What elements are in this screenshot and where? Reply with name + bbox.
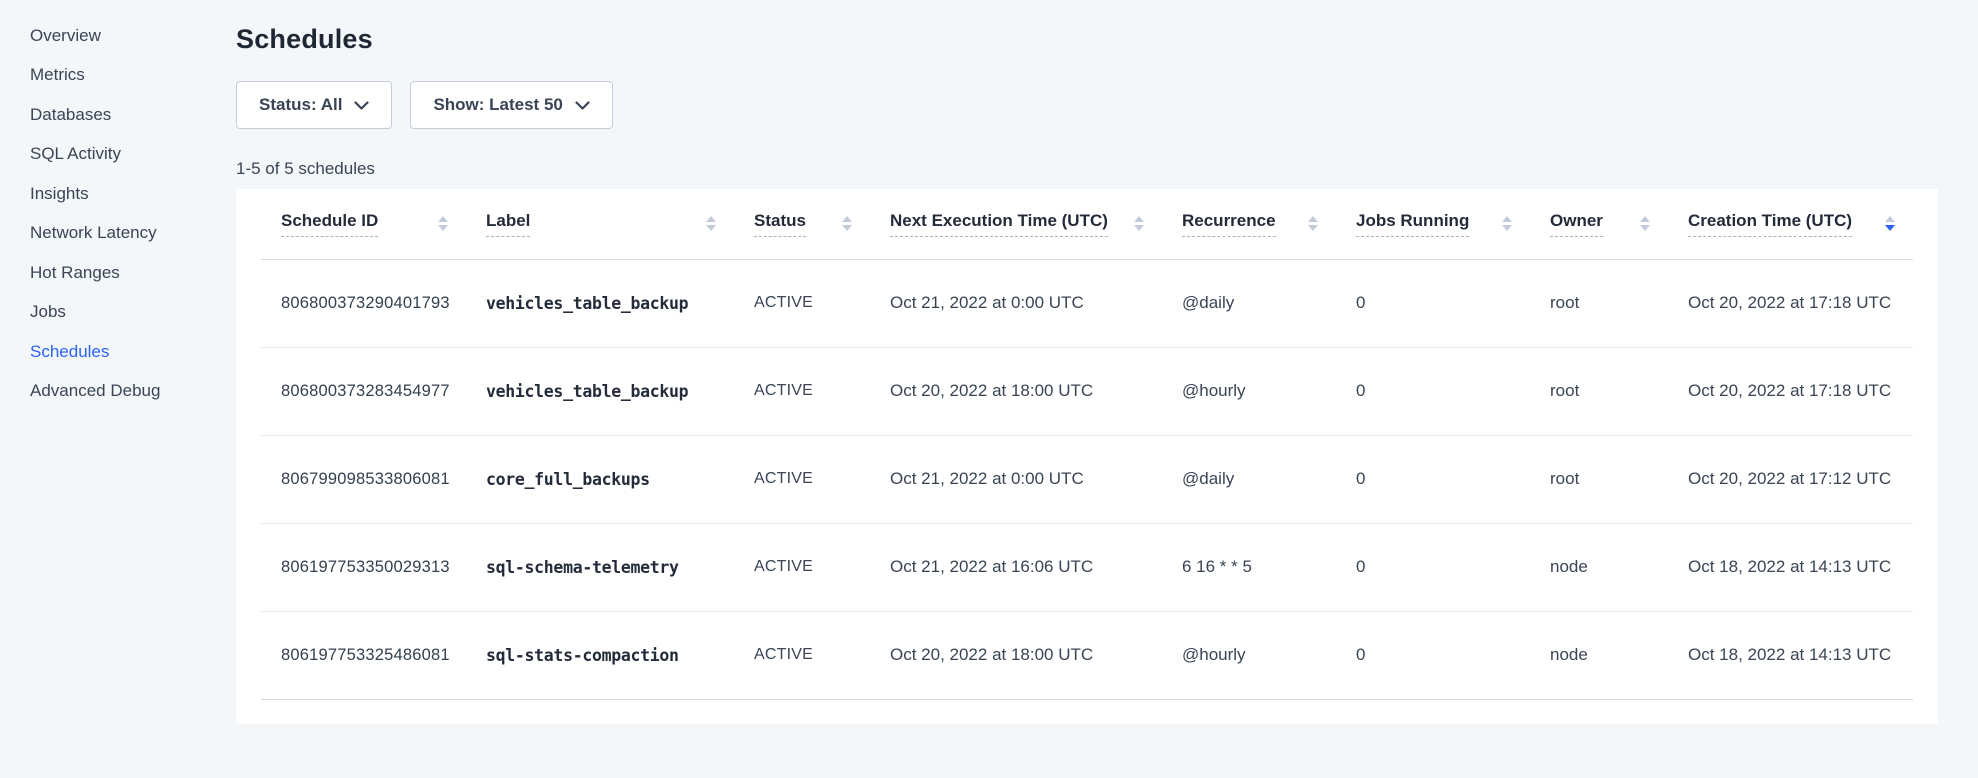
status-cell: ACTIVE xyxy=(734,259,870,347)
recurrence-cell: @hourly xyxy=(1162,347,1336,435)
sidebar-item-sql-activity[interactable]: SQL Activity xyxy=(0,135,190,175)
jobs-running-cell: 0 xyxy=(1336,259,1530,347)
column-header-label[interactable]: Label xyxy=(466,189,734,259)
schedule-id-cell: 806197753325486081 xyxy=(261,611,466,699)
sort-icon xyxy=(438,216,448,231)
owner-cell: node xyxy=(1530,523,1668,611)
status-filter-dropdown[interactable]: Status: All xyxy=(236,81,392,129)
creation-time-cell: Oct 20, 2022 at 17:18 UTC xyxy=(1668,347,1913,435)
status-filter-label: Status: All xyxy=(259,95,342,115)
recurrence-cell: 6 16 * * 5 xyxy=(1162,523,1336,611)
schedule-label-cell: core_full_backups xyxy=(466,435,734,523)
column-header-owner[interactable]: Owner xyxy=(1530,189,1668,259)
column-header-creation-time[interactable]: Creation Time (UTC) xyxy=(1668,189,1913,259)
sidebar-item-metrics[interactable]: Metrics xyxy=(0,56,190,96)
table-row: 806197753350029313 sql-schema-telemetry … xyxy=(261,523,1913,611)
status-cell: ACTIVE xyxy=(734,611,870,699)
results-count: 1-5 of 5 schedules xyxy=(236,159,1978,179)
column-header-recurrence[interactable]: Recurrence xyxy=(1162,189,1336,259)
sidebar-item-databases[interactable]: Databases xyxy=(0,95,190,135)
sidebar-item-insights[interactable]: Insights xyxy=(0,174,190,214)
next-execution-cell: Oct 20, 2022 at 18:00 UTC xyxy=(870,611,1162,699)
recurrence-cell: @daily xyxy=(1162,259,1336,347)
next-execution-cell: Oct 21, 2022 at 0:00 UTC xyxy=(870,435,1162,523)
next-execution-cell: Oct 21, 2022 at 0:00 UTC xyxy=(870,259,1162,347)
table-row: 806800373283454977 vehicles_table_backup… xyxy=(261,347,1913,435)
schedule-id-cell: 806800373283454977 xyxy=(261,347,466,435)
sort-icon xyxy=(1502,216,1512,231)
status-cell: ACTIVE xyxy=(734,347,870,435)
next-execution-cell: Oct 20, 2022 at 18:00 UTC xyxy=(870,347,1162,435)
next-execution-cell: Oct 21, 2022 at 16:06 UTC xyxy=(870,523,1162,611)
schedule-label-cell: sql-stats-compaction xyxy=(466,611,734,699)
schedules-table-card: Schedule ID Label Status Next Execution … xyxy=(236,189,1938,724)
owner-cell: root xyxy=(1530,435,1668,523)
creation-time-cell: Oct 20, 2022 at 17:12 UTC xyxy=(1668,435,1913,523)
creation-time-cell: Oct 18, 2022 at 14:13 UTC xyxy=(1668,523,1913,611)
sidebar-item-hot-ranges[interactable]: Hot Ranges xyxy=(0,253,190,293)
sidebar: Overview Metrics Databases SQL Activity … xyxy=(0,0,190,778)
recurrence-cell: @hourly xyxy=(1162,611,1336,699)
sort-icon xyxy=(842,216,852,231)
owner-cell: root xyxy=(1530,347,1668,435)
owner-cell: node xyxy=(1530,611,1668,699)
sort-icon xyxy=(1134,216,1144,231)
sort-icon xyxy=(1885,216,1895,231)
table-header-row: Schedule ID Label Status Next Execution … xyxy=(261,189,1913,259)
sidebar-item-network-latency[interactable]: Network Latency xyxy=(0,214,190,254)
show-filter-label: Show: Latest 50 xyxy=(433,95,562,115)
table-row: 806197753325486081 sql-stats-compaction … xyxy=(261,611,1913,699)
chevron-down-icon xyxy=(575,101,590,110)
schedule-label-cell: sql-schema-telemetry xyxy=(466,523,734,611)
column-header-jobs-running[interactable]: Jobs Running xyxy=(1336,189,1530,259)
jobs-running-cell: 0 xyxy=(1336,435,1530,523)
main-content: Schedules Status: All Show: Latest 50 1-… xyxy=(190,0,1978,724)
sort-icon xyxy=(706,216,716,231)
recurrence-cell: @daily xyxy=(1162,435,1336,523)
status-cell: ACTIVE xyxy=(734,523,870,611)
sort-icon xyxy=(1640,216,1650,231)
jobs-running-cell: 0 xyxy=(1336,611,1530,699)
jobs-running-cell: 0 xyxy=(1336,347,1530,435)
page-title: Schedules xyxy=(236,24,1978,55)
column-header-status[interactable]: Status xyxy=(734,189,870,259)
column-header-next-execution[interactable]: Next Execution Time (UTC) xyxy=(870,189,1162,259)
jobs-running-cell: 0 xyxy=(1336,523,1530,611)
sidebar-item-schedules[interactable]: Schedules xyxy=(0,332,190,372)
owner-cell: root xyxy=(1530,259,1668,347)
show-filter-dropdown[interactable]: Show: Latest 50 xyxy=(410,81,612,129)
column-header-schedule-id[interactable]: Schedule ID xyxy=(261,189,466,259)
filter-bar: Status: All Show: Latest 50 xyxy=(236,81,1978,129)
schedules-table: Schedule ID Label Status Next Execution … xyxy=(261,189,1913,700)
schedule-id-cell: 806197753350029313 xyxy=(261,523,466,611)
table-row: 806800373290401793 vehicles_table_backup… xyxy=(261,259,1913,347)
sidebar-item-jobs[interactable]: Jobs xyxy=(0,293,190,333)
chevron-down-icon xyxy=(354,101,369,110)
schedule-id-cell: 806800373290401793 xyxy=(261,259,466,347)
schedule-id-cell: 806799098533806081 xyxy=(261,435,466,523)
creation-time-cell: Oct 18, 2022 at 14:13 UTC xyxy=(1668,611,1913,699)
schedule-label-cell: vehicles_table_backup xyxy=(466,347,734,435)
sort-icon xyxy=(1308,216,1318,231)
creation-time-cell: Oct 20, 2022 at 17:18 UTC xyxy=(1668,259,1913,347)
status-cell: ACTIVE xyxy=(734,435,870,523)
schedule-label-cell: vehicles_table_backup xyxy=(466,259,734,347)
table-row: 806799098533806081 core_full_backups ACT… xyxy=(261,435,1913,523)
sidebar-item-overview[interactable]: Overview xyxy=(0,16,190,56)
sidebar-item-advanced-debug[interactable]: Advanced Debug xyxy=(0,372,190,412)
